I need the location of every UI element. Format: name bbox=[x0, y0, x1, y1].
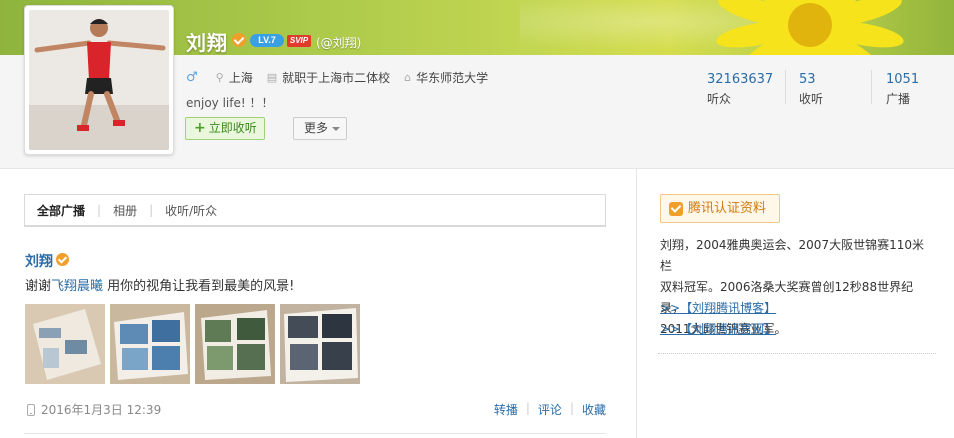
action-divider: | bbox=[525, 401, 530, 415]
job-text: 就职于上海市二体校 bbox=[282, 70, 391, 85]
comment-button[interactable]: 评论 bbox=[538, 401, 562, 418]
chevron-down-icon bbox=[332, 126, 341, 131]
stat-listeners[interactable]: 32163637 听众 bbox=[707, 72, 773, 107]
post-mention-link[interactable]: 飞翔晨曦 bbox=[51, 279, 103, 294]
column-divider bbox=[636, 168, 637, 438]
action-divider: | bbox=[569, 401, 574, 415]
stat-divider bbox=[871, 70, 872, 104]
post-image[interactable] bbox=[280, 304, 360, 384]
location-pin-icon: ⚲ bbox=[215, 70, 224, 84]
official-site-link[interactable]: >>【刘翔腾讯官网】 bbox=[660, 320, 776, 337]
tab-all-broadcasts[interactable]: 全部广播 bbox=[37, 202, 97, 219]
plus-icon: + bbox=[194, 120, 206, 136]
verified-icon[interactable] bbox=[232, 33, 246, 47]
stat-listeners-count: 32163637 bbox=[707, 72, 774, 87]
profile-bio: enjoy life! ！！ bbox=[186, 96, 274, 110]
profile-handle: (@刘翔) bbox=[316, 36, 362, 50]
stat-divider bbox=[785, 70, 786, 104]
tab-album[interactable]: 相册 bbox=[113, 202, 149, 219]
verified-icon bbox=[56, 253, 69, 266]
feed-tabs: 全部广播 | 相册 | 收听/听众 bbox=[24, 194, 606, 227]
briefcase-icon: ▤ bbox=[266, 70, 278, 84]
post-divider bbox=[24, 433, 606, 434]
tab-following-listeners[interactable]: 收听/听众 bbox=[165, 202, 229, 219]
post-image[interactable] bbox=[25, 304, 105, 384]
profile-meta-row: ♂ ⚲ 上海 ▤ 就职于上海市二体校 ⌂ 华东师范大学 bbox=[186, 69, 502, 85]
graduation-cap-icon: ⌂ bbox=[404, 70, 412, 84]
school-text: 华东师范大学 bbox=[416, 70, 489, 85]
follow-button-label: 立即收听 bbox=[208, 121, 257, 135]
verification-title: 腾讯认证资料 bbox=[688, 201, 767, 216]
gender-male-icon: ♂ bbox=[186, 69, 198, 85]
more-dropdown-label: 更多 bbox=[304, 121, 329, 135]
stat-broadcasts[interactable]: 1051 广播 bbox=[886, 72, 919, 107]
location-text: 上海 bbox=[228, 70, 253, 85]
tab-divider: | bbox=[149, 203, 154, 217]
post-image[interactable] bbox=[110, 304, 190, 384]
post-text-prefix: 谢谢 bbox=[25, 279, 52, 294]
post-image[interactable] bbox=[195, 304, 275, 384]
stat-broadcasts-count: 1051 bbox=[886, 72, 920, 87]
mobile-phone-icon bbox=[27, 403, 35, 416]
verification-info-badge[interactable]: 腾讯认证资料 bbox=[660, 194, 780, 223]
post-image-gallery bbox=[25, 304, 360, 384]
avatar-photo bbox=[29, 10, 169, 150]
avatar[interactable] bbox=[24, 5, 174, 155]
post-text: 谢谢飞翔晨曦 用你的视角让我看到最美的风景! bbox=[25, 275, 294, 294]
sidebar-divider bbox=[658, 353, 936, 354]
favorite-button[interactable]: 收藏 bbox=[582, 401, 606, 418]
post-timestamp[interactable]: 2016年1月3日 12:39 bbox=[27, 401, 161, 418]
post-time-text: 2016年1月3日 12:39 bbox=[41, 403, 162, 417]
stat-listeners-label: 听众 bbox=[707, 92, 732, 106]
banner-flower-image bbox=[716, 0, 904, 55]
post-author[interactable]: 刘翔 bbox=[25, 251, 53, 271]
repost-button[interactable]: 转播 bbox=[494, 401, 518, 418]
blog-link[interactable]: >>【刘翔腾讯博客】 bbox=[660, 299, 776, 316]
level-badge[interactable]: LV.7 bbox=[250, 34, 284, 47]
stat-following-count: 53 bbox=[799, 72, 816, 87]
follow-button[interactable]: + 立即收听 bbox=[185, 117, 265, 140]
stat-following[interactable]: 53 收听 bbox=[799, 72, 823, 107]
verification-line: 刘翔，2004雅典奥运会、2007大阪世锦赛110米栏 bbox=[660, 238, 924, 273]
svip-badge[interactable]: SVIP bbox=[287, 35, 311, 47]
stat-following-label: 收听 bbox=[799, 92, 824, 106]
stat-broadcasts-label: 广播 bbox=[886, 92, 911, 106]
post-text-body: 用你的视角让我看到最美的风景! bbox=[103, 279, 295, 294]
post-actions: 转播 | 评论 | 收藏 bbox=[494, 401, 606, 418]
profile-name: 刘翔 bbox=[186, 31, 228, 55]
more-dropdown[interactable]: 更多 bbox=[293, 117, 347, 140]
tab-divider: | bbox=[97, 203, 102, 217]
verified-shield-icon bbox=[669, 201, 683, 216]
